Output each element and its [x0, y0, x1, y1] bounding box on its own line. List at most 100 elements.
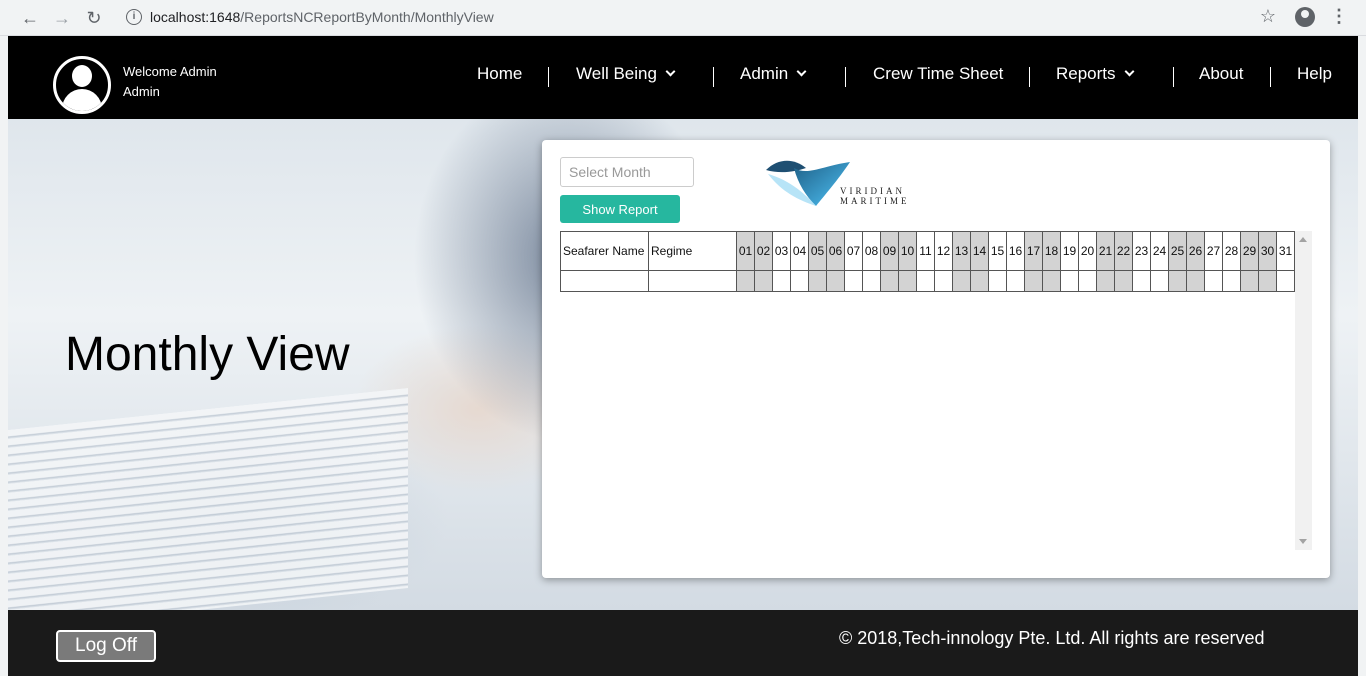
table-row — [560, 270, 1295, 292]
cell-day — [1006, 270, 1025, 292]
col-header-day: 14 — [970, 231, 989, 271]
nav-crew-time-sheet[interactable]: Crew Time Sheet — [873, 64, 1003, 84]
cell-day — [826, 270, 845, 292]
cell-day — [844, 270, 863, 292]
nav-divider — [548, 67, 549, 87]
cell-day — [1222, 270, 1241, 292]
nav-admin[interactable]: Admin — [740, 64, 807, 84]
col-header-day: 29 — [1240, 231, 1259, 271]
col-header-day: 19 — [1060, 231, 1079, 271]
col-header-day: 09 — [880, 231, 899, 271]
nav-about[interactable]: About — [1199, 64, 1243, 84]
nav-home[interactable]: Home — [477, 64, 522, 84]
cell-day — [1168, 270, 1187, 292]
col-header-day: 03 — [772, 231, 791, 271]
scroll-down-icon[interactable] — [1299, 539, 1307, 544]
col-header-day: 01 — [736, 231, 755, 271]
cell-day — [1258, 270, 1277, 292]
window-frame-right — [1358, 36, 1366, 676]
col-header-day: 31 — [1276, 231, 1295, 271]
cell-day — [1114, 270, 1133, 292]
cell-day — [1240, 270, 1259, 292]
company-logo: VIRIDIAN MARITIME — [764, 156, 924, 210]
report-table-container[interactable]: Seafarer Name Regime 01 02 03 04 05 06 07 08 09 1… — [560, 231, 1312, 549]
page-title: Monthly View — [65, 328, 350, 381]
cell-day — [736, 270, 755, 292]
nav-divider — [713, 67, 714, 87]
chevron-down-icon — [1124, 66, 1134, 77]
back-arrow-icon[interactable]: ← — [18, 6, 42, 30]
col-header-day: 11 — [916, 231, 935, 271]
cell-day — [790, 270, 809, 292]
cell-day — [772, 270, 791, 292]
select-month-input[interactable] — [560, 157, 694, 187]
address-bar[interactable]: i localhost:1648/ReportsNCReportByMonth/… — [116, 4, 1282, 31]
cell-day — [880, 270, 899, 292]
star-icon[interactable]: ☆ — [1260, 6, 1276, 27]
col-header-day: 07 — [844, 231, 863, 271]
paper-stack-image — [8, 387, 408, 610]
nav-reports[interactable]: Reports — [1056, 64, 1134, 84]
cell-day — [952, 270, 971, 292]
col-header-day: 28 — [1222, 231, 1241, 271]
col-header-day: 20 — [1078, 231, 1097, 271]
nav-well-being[interactable]: Well Being — [576, 64, 676, 84]
col-header-day: 27 — [1204, 231, 1223, 271]
chevron-down-icon — [796, 66, 807, 77]
info-icon[interactable]: i — [126, 9, 142, 25]
log-off-button[interactable]: Log Off — [56, 630, 156, 662]
cell-day — [1042, 270, 1061, 292]
cell-day — [1024, 270, 1043, 292]
nav-well-being-label: Well Being — [576, 64, 657, 83]
browser-toolbar: ← → ↻ i localhost:1648/ReportsNCReportBy… — [0, 0, 1366, 36]
col-header-day: 26 — [1186, 231, 1205, 271]
user-role: Admin — [123, 84, 160, 99]
nav-divider — [1270, 67, 1271, 87]
logo-line-1: VIRIDIAN — [840, 186, 905, 196]
cell-day — [988, 270, 1007, 292]
chevron-down-icon — [665, 66, 676, 77]
nav-help[interactable]: Help — [1297, 64, 1332, 84]
cell-day — [1096, 270, 1115, 292]
url-text[interactable]: localhost:1648/ReportsNCReportByMonth/Mo… — [150, 9, 494, 25]
nav-divider — [1029, 67, 1030, 87]
col-header-day: 06 — [826, 231, 845, 271]
cell-day — [862, 270, 881, 292]
logo-line-2: MARITIME — [840, 196, 910, 206]
cell-day — [1186, 270, 1205, 292]
scroll-up-icon[interactable] — [1299, 237, 1307, 242]
nav-admin-label: Admin — [740, 64, 789, 83]
logo-text: VIRIDIAN MARITIME — [840, 186, 910, 206]
col-header-seafarer-name: Seafarer Name — [560, 231, 649, 271]
url-path: /ReportsNCReportByMonth/MonthlyView — [240, 9, 494, 25]
table-scrollbar[interactable] — [1295, 231, 1312, 550]
app-header: Welcome Admin Admin Home Well Being Admi… — [8, 36, 1358, 119]
col-header-day: 05 — [808, 231, 827, 271]
copyright-text: © 2018,Tech-innology Pte. Ltd. All right… — [839, 628, 1265, 648]
col-header-day: 15 — [988, 231, 1007, 271]
show-report-button[interactable]: Show Report — [560, 195, 680, 223]
col-header-day: 22 — [1114, 231, 1133, 271]
col-header-day: 02 — [754, 231, 773, 271]
cell-day — [754, 270, 773, 292]
col-header-day: 16 — [1006, 231, 1025, 271]
reload-icon[interactable]: ↻ — [82, 6, 106, 30]
window-frame-left — [0, 36, 8, 676]
col-header-regime: Regime — [648, 231, 737, 271]
nav-divider — [1173, 67, 1174, 87]
kebab-menu-icon[interactable]: ⋮ — [1330, 6, 1348, 27]
monthly-report-table: Seafarer Name Regime 01 02 03 04 05 06 07 08 09 1… — [560, 231, 1295, 292]
url-host: localhost:1648 — [150, 9, 241, 25]
col-header-day: 08 — [862, 231, 881, 271]
app-footer: Log Off © 2018,Tech-innology Pte. Ltd. A… — [8, 610, 1358, 676]
cell-seafarer-name — [560, 270, 649, 292]
welcome-text: Welcome Admin — [123, 64, 217, 79]
cell-day — [1276, 270, 1295, 292]
account-icon[interactable] — [1295, 7, 1315, 27]
forward-arrow-icon[interactable]: → — [50, 6, 74, 30]
cell-day — [934, 270, 953, 292]
cell-day — [916, 270, 935, 292]
cell-day — [1204, 270, 1223, 292]
col-header-day: 30 — [1258, 231, 1277, 271]
cell-day — [808, 270, 827, 292]
